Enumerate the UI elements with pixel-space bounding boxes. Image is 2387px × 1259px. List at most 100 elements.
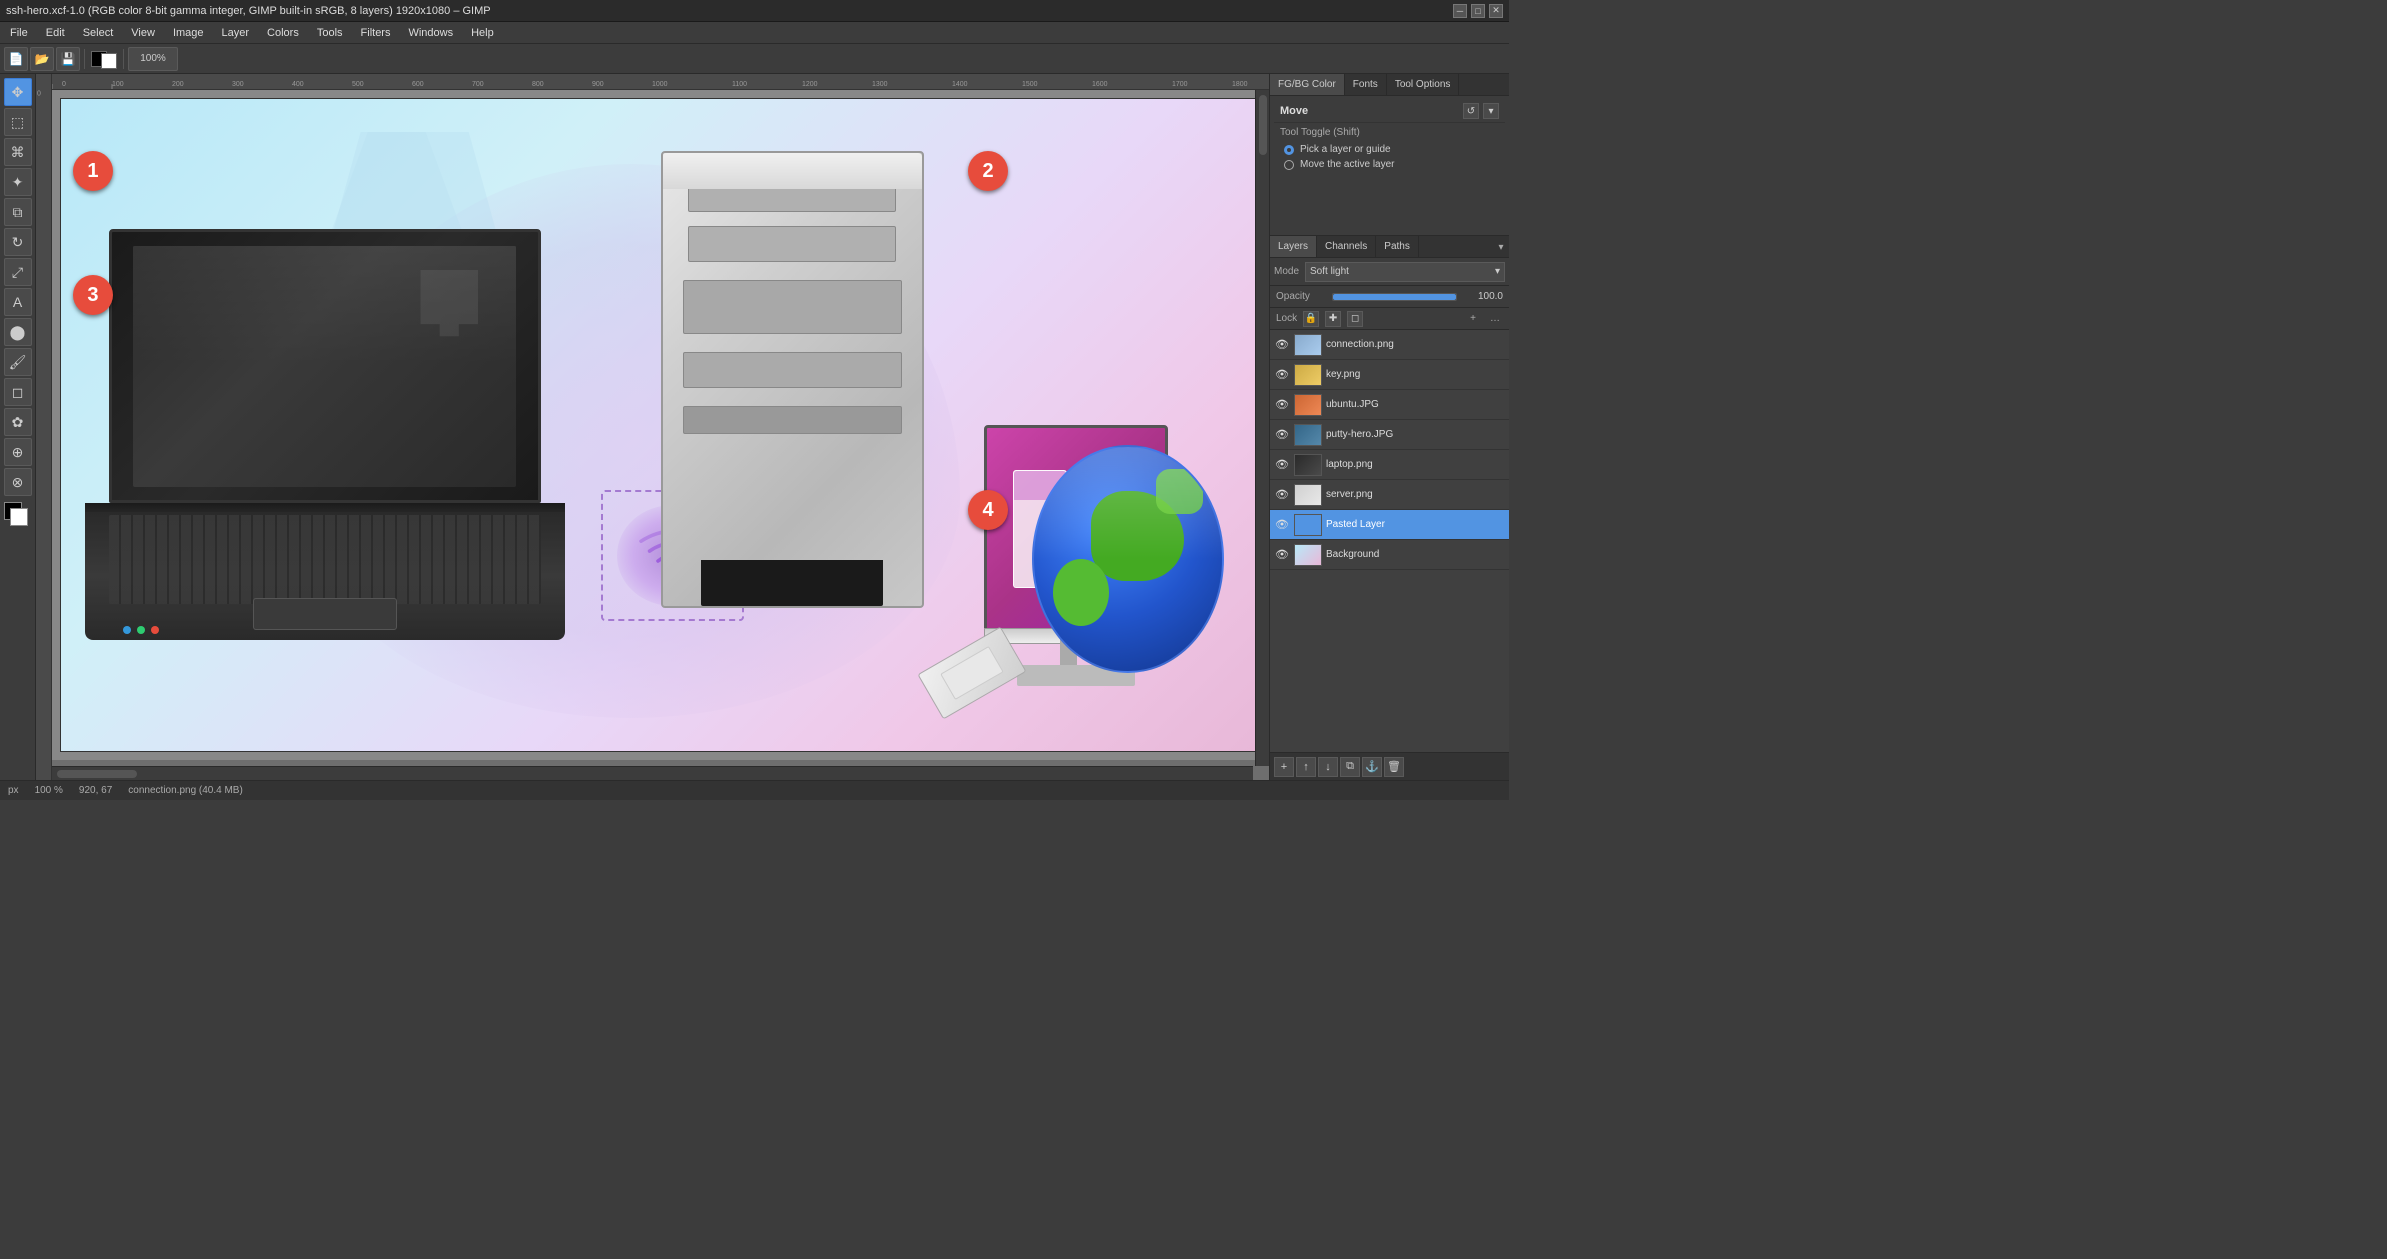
layer-item-ubuntu[interactable]: 👁 ubuntu.JPG [1270,390,1509,420]
layer-name-putty: putty-hero.JPG [1326,429,1505,440]
tool-airbrush[interactable]: ✿ [4,408,32,436]
open-button[interactable]: 📂 [30,47,54,71]
save-button[interactable]: 💾 [56,47,80,71]
tool-toggle-label: Tool Toggle (Shift) [1274,123,1505,142]
bg-color-swatch[interactable] [101,53,117,69]
layer-item-key[interactable]: 👁 key.png [1270,360,1509,390]
tool-eraser[interactable]: ◻ [4,378,32,406]
fg-bg-colors[interactable] [4,502,32,530]
tab-layers[interactable]: Layers [1270,236,1317,257]
layer-item-server[interactable]: 👁 server.png [1270,480,1509,510]
menu-layer[interactable]: Layer [214,25,258,41]
layers-add-button[interactable]: + [1465,311,1481,327]
top-right-tabs: FG/BG Color Fonts Tool Options [1270,74,1509,96]
layer-visibility-putty[interactable]: 👁 [1274,427,1290,443]
lock-position-button[interactable]: ✚ [1325,311,1341,327]
tool-healing[interactable]: ⊗ [4,468,32,496]
v-scrollbar-thumb[interactable] [1259,95,1267,155]
layer-name-background: Background [1326,549,1505,560]
layer-visibility-key[interactable]: 👁 [1274,367,1290,383]
layer-item-connection[interactable]: 👁 connection.png [1270,330,1509,360]
maximize-button[interactable]: □ [1471,4,1485,18]
menu-view[interactable]: View [123,25,163,41]
opacity-label: Opacity [1276,291,1326,302]
move-active-radio[interactable] [1284,160,1294,170]
image-canvas[interactable]: 1 2 3 4 [52,90,1269,760]
layer-name-key: key.png [1326,369,1505,380]
tool-fuzzy-select[interactable]: ✦ [4,168,32,196]
layer-visibility-connection[interactable]: 👁 [1274,337,1290,353]
statusbar: px 100 % 920, 67 connection.png (40.4 MB… [0,780,1509,800]
tool-scale[interactable]: ⤢ [4,258,32,286]
tool-paintbrush[interactable]: 🖌 [4,348,32,376]
duplicate-layer-button[interactable]: ⧉ [1340,757,1360,777]
svg-text:200: 200 [172,81,184,88]
tool-lasso[interactable]: ⌘ [4,138,32,166]
tool-rect-select[interactable]: ⬚ [4,108,32,136]
tab-fg-bg-color[interactable]: FG/BG Color [1270,74,1345,95]
tool-options-menu[interactable]: ▾ [1483,103,1499,119]
layers-panel-menu[interactable]: ▾ [1493,236,1509,258]
tool-move[interactable]: ✥ [4,78,32,106]
lock-alpha-button[interactable]: ◻ [1347,311,1363,327]
menu-colors[interactable]: Colors [259,25,307,41]
menu-select[interactable]: Select [75,25,122,41]
layer-item-putty[interactable]: 👁 putty-hero.JPG [1270,420,1509,450]
v-scrollbar[interactable] [1255,90,1269,766]
layer-name-ubuntu: ubuntu.JPG [1326,399,1505,410]
menu-windows[interactable]: Windows [400,25,461,41]
badge-4: 4 [968,490,1008,530]
tab-paths[interactable]: Paths [1376,236,1419,257]
delete-layer-button[interactable]: 🗑 [1384,757,1404,777]
menu-file[interactable]: File [2,25,36,41]
h-scrollbar[interactable] [52,766,1253,780]
canvas-area[interactable]: 0 100 200 300 400 500 600 700 800 900 10… [36,74,1269,780]
anchor-layer-button[interactable]: ⚓ [1362,757,1382,777]
lock-pixels-button[interactable]: 🔒 [1303,311,1319,327]
layer-visibility-server[interactable]: 👁 [1274,487,1290,503]
mode-dropdown[interactable]: Soft light ▾ [1305,262,1505,282]
menu-help[interactable]: Help [463,25,502,41]
pick-layer-radio[interactable] [1284,145,1294,155]
laptop-trackpad [253,598,397,630]
menu-edit[interactable]: Edit [38,25,73,41]
layer-name-connection: connection.png [1326,339,1505,350]
tool-clone[interactable]: ⊕ [4,438,32,466]
lower-layer-button[interactable]: ↓ [1318,757,1338,777]
tool-rotate[interactable]: ↻ [4,228,32,256]
layer-item-background[interactable]: 👁 Background [1270,540,1509,570]
raise-layer-button[interactable]: ↑ [1296,757,1316,777]
close-button[interactable]: ✕ [1489,4,1503,18]
tool-text[interactable]: A [4,288,32,316]
layer-visibility-ubuntu[interactable]: 👁 [1274,397,1290,413]
tab-tool-options[interactable]: Tool Options [1387,74,1460,95]
zoom-input[interactable]: 100% [128,47,178,71]
scene: 1 2 3 4 [61,99,1260,751]
layer-thumb-putty [1294,424,1322,446]
new-layer-button[interactable]: + [1274,757,1294,777]
tool-bucket-fill[interactable]: ⬤ [4,318,32,346]
tab-fonts[interactable]: Fonts [1345,74,1387,95]
reset-tool-button[interactable]: ↺ [1463,103,1479,119]
server-drive [683,280,901,334]
h-scrollbar-thumb[interactable] [57,770,137,778]
menu-tools[interactable]: Tools [309,25,351,41]
layer-item-pasted[interactable]: 👁 Pasted Layer [1270,510,1509,540]
tab-channels[interactable]: Channels [1317,236,1376,257]
layer-item-laptop[interactable]: 👁 laptop.png [1270,450,1509,480]
layers-more-button[interactable]: … [1487,311,1503,327]
opacity-slider[interactable] [1332,293,1457,301]
option-row-1: Pick a layer or guide [1274,142,1505,157]
svg-text:0: 0 [37,91,41,98]
dot-red [151,626,159,634]
menu-filters[interactable]: Filters [353,25,399,41]
layer-thumb-background [1294,544,1322,566]
layer-visibility-pasted[interactable]: 👁 [1274,517,1290,533]
minimize-button[interactable]: ─ [1453,4,1467,18]
menu-image[interactable]: Image [165,25,212,41]
tool-crop[interactable]: ⧉ [4,198,32,226]
layer-visibility-background[interactable]: 👁 [1274,547,1290,563]
new-button[interactable]: 📄 [4,47,28,71]
globe [1032,445,1224,673]
layer-visibility-laptop[interactable]: 👁 [1274,457,1290,473]
